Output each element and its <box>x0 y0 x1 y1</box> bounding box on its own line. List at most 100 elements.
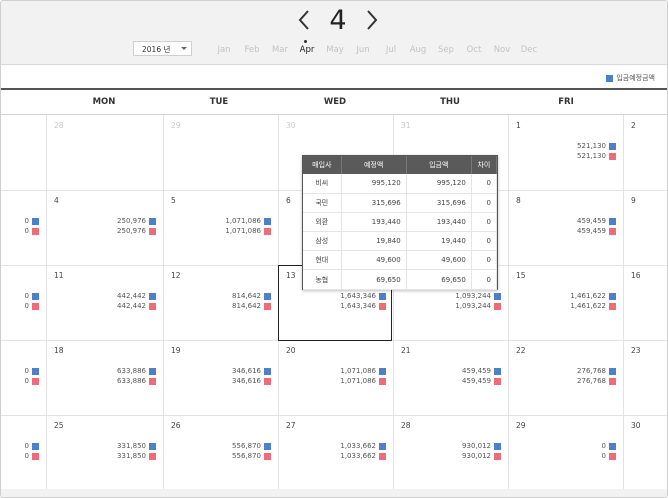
expected-amount: 276,768 <box>577 367 606 375</box>
table-cell: 49,600 <box>341 250 407 271</box>
day-cell[interactable]: 2 <box>623 115 667 190</box>
month-tab-aug[interactable]: Aug <box>404 45 432 55</box>
table-body: 비씨 995,120 995,120 0 국민 315,696 315,696 0 외환 193,… <box>303 174 498 290</box>
expected-marker-icon <box>609 218 616 225</box>
bottom-scrollbar[interactable] <box>1 489 667 497</box>
day-cell[interactable]: 5 1,071,086 1,071,086 <box>163 190 278 265</box>
expected-marker-icon <box>32 218 39 225</box>
table-cell: 외환 <box>303 212 342 233</box>
deposit-marker-icon <box>32 303 39 310</box>
day-cell[interactable]: 15 1,461,622 1,461,622 <box>508 265 623 340</box>
day-cell[interactable]: 28 930,012 930,012 <box>393 415 508 490</box>
table-cell: 193,440 <box>341 212 407 233</box>
month-tab-dec[interactable]: Dec <box>515 45 543 55</box>
day-cell[interactable]: 27 1,033,662 1,033,662 <box>278 415 393 490</box>
month-tab-jan[interactable]: Jan <box>210 45 238 55</box>
expected-marker-icon <box>264 368 271 375</box>
expected-amount: 556,870 <box>232 442 261 450</box>
month-tab-may[interactable]: May <box>321 45 349 55</box>
day-cell[interactable]: 8 459,459 459,459 <box>508 190 623 265</box>
expected-amount: 0 <box>24 442 29 450</box>
month-tab-apr[interactable]: Apr <box>293 45 321 55</box>
day-cell[interactable]: 29 <box>163 115 278 190</box>
day-cell[interactable]: 30 <box>623 415 667 490</box>
day-cell[interactable]: 16 <box>623 265 667 340</box>
month-tab-nov[interactable]: Nov <box>488 45 516 55</box>
year-select[interactable]: 2016 년 <box>133 41 192 56</box>
day-cell[interactable]: 21 459,459 459,459 <box>393 340 508 415</box>
day-number: 19 <box>171 346 181 355</box>
deposit-marker-icon <box>149 378 156 385</box>
deposit-marker-icon <box>494 378 501 385</box>
day-number: 29 <box>171 121 181 130</box>
deposit-amount: 331,850 <box>117 452 146 460</box>
day-number: 5 <box>171 196 176 205</box>
day-cell[interactable]: 4 250,976 250,976 <box>46 190 163 265</box>
day-cell[interactable]: 22 276,768 276,768 <box>508 340 623 415</box>
month-tab-sep[interactable]: Sep <box>432 45 460 55</box>
day-number: 20 <box>286 346 296 355</box>
day-cell[interactable]: 11 442,442 442,442 <box>46 265 163 340</box>
legend: 입금예정금액 <box>606 73 655 83</box>
expected-amount: 459,459 <box>577 217 606 225</box>
month-tab-jun[interactable]: Jun <box>349 45 377 55</box>
deposit-amount: 442,442 <box>117 302 146 310</box>
expected-marker-icon <box>264 293 271 300</box>
current-month-number: 4 <box>329 5 347 36</box>
day-number: 15 <box>516 271 526 280</box>
month-tab-jul[interactable]: Jul <box>377 45 405 55</box>
day-cell[interactable]: 28 <box>46 115 163 190</box>
day-cell[interactable]: 23 <box>623 340 667 415</box>
deposit-marker-icon <box>264 378 271 385</box>
day-cell[interactable]: 00 <box>1 415 46 490</box>
day-cell[interactable]: 20 1,071,086 1,071,086 <box>278 340 393 415</box>
day-cell[interactable]: 1 521,130 521,130 <box>508 115 623 190</box>
deposit-amount: 346,616 <box>232 377 261 385</box>
expected-amount: 0 <box>24 367 29 375</box>
month-tab-oct[interactable]: Oct <box>460 45 488 55</box>
month-tab-mar[interactable]: Mar <box>266 45 294 55</box>
prev-month-chevron-left-icon[interactable] <box>295 7 315 33</box>
weekday-fri: FRI <box>558 97 574 107</box>
expected-amount: 442,442 <box>117 292 146 300</box>
day-cell[interactable]: 18 633,886 633,886 <box>46 340 163 415</box>
deposit-marker-icon <box>609 453 616 460</box>
day-number: 25 <box>54 421 64 430</box>
day-cell[interactable] <box>1 115 46 190</box>
legend-swatch-icon <box>606 74 614 82</box>
deposit-amount: 930,012 <box>462 452 491 460</box>
deposit-amount: 1,071,086 <box>340 377 376 385</box>
month-tab-feb[interactable]: Feb <box>238 45 266 55</box>
deposit-marker-icon <box>494 303 501 310</box>
expected-amount: 930,012 <box>462 442 491 450</box>
table-row: 삼성 19,840 19,440 0 <box>303 231 498 252</box>
deposit-marker-icon <box>609 228 616 235</box>
day-cell[interactable]: 00 <box>1 190 46 265</box>
day-cell[interactable]: 25 331,850 331,850 <box>46 415 163 490</box>
day-cell[interactable]: 26 556,870 556,870 <box>163 415 278 490</box>
day-cell[interactable]: 9 <box>623 190 667 265</box>
next-month-chevron-right-icon[interactable] <box>361 7 381 33</box>
table-row: 현대 49,600 49,600 0 <box>303 250 498 271</box>
month-navigator: 4 2016 년 Jan Feb Mar Apr May Jun Jul Aug Sep Oct N… <box>1 1 667 65</box>
deposit-amount: 814,642 <box>232 302 261 310</box>
day-number: 8 <box>516 196 521 205</box>
table-cell: 19,840 <box>341 231 407 252</box>
day-number: 1 <box>516 121 521 130</box>
deposit-amount: 250,976 <box>117 227 146 235</box>
expected-marker-icon <box>609 443 616 450</box>
day-cell[interactable]: 00 <box>1 340 46 415</box>
table-header-cell: 차이 <box>471 156 498 174</box>
day-cell[interactable]: 29 0 0 <box>508 415 623 490</box>
deposit-marker-icon <box>149 228 156 235</box>
deposit-amount: 0 <box>24 302 29 310</box>
table-cell: 193,440 <box>406 212 472 233</box>
day-number: 30 <box>631 421 641 430</box>
day-cell[interactable]: 19 346,616 346,616 <box>163 340 278 415</box>
table-header-cell: 예정액 <box>341 156 407 174</box>
day-cell[interactable]: 00 <box>1 265 46 340</box>
day-cell[interactable]: 12 814,642 814,642 <box>163 265 278 340</box>
expected-amount: 346,616 <box>232 367 261 375</box>
deposit-amount: 459,459 <box>577 227 606 235</box>
day-number: 29 <box>516 421 526 430</box>
